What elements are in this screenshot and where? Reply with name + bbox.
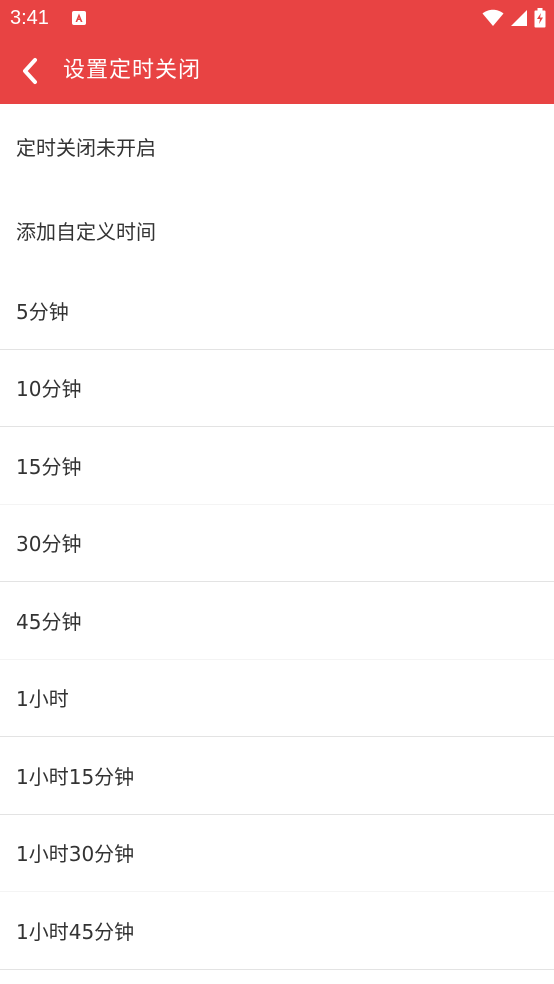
timer-option-45min[interactable]: 45分钟 xyxy=(0,582,554,660)
timer-option-label: 5分钟 xyxy=(16,299,69,324)
wifi-icon xyxy=(482,9,504,26)
status-time: 3:41 xyxy=(10,7,49,29)
timer-option-label: 15分钟 xyxy=(16,454,82,479)
battery-charging-icon xyxy=(534,8,546,28)
timer-option-label: 1小时15分钟 xyxy=(16,764,135,789)
timer-option-label: 10分钟 xyxy=(16,377,82,402)
status-bar: 3:41 xyxy=(0,0,554,36)
status-icons xyxy=(482,8,546,28)
add-custom-time-label: 添加自定义时间 xyxy=(16,219,156,244)
timer-option-1h45min[interactable]: 1小时45分钟 xyxy=(0,892,554,970)
timer-option-10min[interactable]: 10分钟 xyxy=(0,349,554,427)
add-custom-time-item[interactable]: 添加自定义时间 xyxy=(0,188,554,272)
back-button[interactable] xyxy=(12,53,48,89)
app-notification-icon xyxy=(72,11,86,25)
timer-status-label: 定时关闭未开启 xyxy=(16,135,156,160)
timer-status-item[interactable]: 定时关闭未开启 xyxy=(0,104,554,188)
timer-option-1h15min[interactable]: 1小时15分钟 xyxy=(0,737,554,815)
timer-option-5min[interactable]: 5分钟 xyxy=(0,272,554,350)
page-title: 设置定时关闭 xyxy=(63,58,202,83)
timer-option-label: 1小时 xyxy=(16,687,69,712)
timer-option-label: 1小时30分钟 xyxy=(16,842,135,867)
timer-option-label: 1小时45分钟 xyxy=(16,919,135,944)
chevron-left-icon xyxy=(23,58,37,84)
timer-option-30min[interactable]: 30分钟 xyxy=(0,504,554,582)
app-header: 3:41 设置定时关闭 xyxy=(0,0,554,104)
timer-option-1h[interactable]: 1小时 xyxy=(0,659,554,737)
timer-list: 定时关闭未开启 添加自定义时间 5分钟 10分钟 15分钟 30分钟 45分钟 … xyxy=(0,104,554,970)
timer-option-15min[interactable]: 15分钟 xyxy=(0,427,554,505)
timer-option-label: 30分钟 xyxy=(16,532,82,557)
timer-option-1h30min[interactable]: 1小时30分钟 xyxy=(0,814,554,892)
cell-signal-icon xyxy=(511,10,527,26)
timer-option-label: 45分钟 xyxy=(16,609,82,634)
toolbar: 设置定时关闭 xyxy=(0,36,554,104)
